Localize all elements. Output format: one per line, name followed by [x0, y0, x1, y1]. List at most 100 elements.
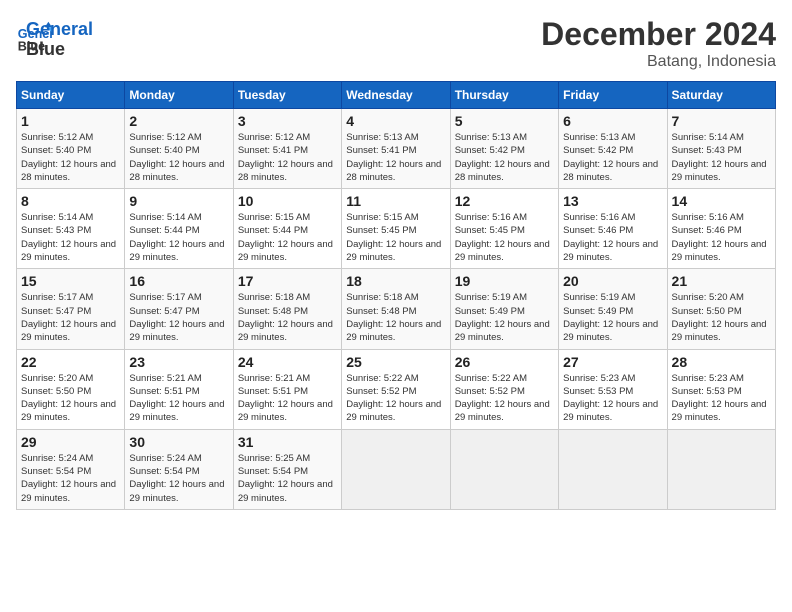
day-detail: Sunrise: 5:12 AM Sunset: 5:40 PM Dayligh… [21, 131, 120, 184]
day-number: 6 [563, 113, 662, 129]
weekday-sunday: Sunday [17, 82, 125, 109]
calendar-cell: 17 Sunrise: 5:18 AM Sunset: 5:48 PM Dayl… [233, 269, 341, 349]
day-number: 12 [455, 193, 554, 209]
day-detail: Sunrise: 5:23 AM Sunset: 5:53 PM Dayligh… [563, 372, 662, 425]
weekday-saturday: Saturday [667, 82, 775, 109]
day-number: 25 [346, 354, 445, 370]
day-detail: Sunrise: 5:14 AM Sunset: 5:43 PM Dayligh… [21, 211, 120, 264]
calendar-cell [342, 429, 450, 509]
day-number: 17 [238, 273, 337, 289]
day-number: 24 [238, 354, 337, 370]
week-row-1: 1 Sunrise: 5:12 AM Sunset: 5:40 PM Dayli… [17, 109, 776, 189]
day-number: 21 [672, 273, 771, 289]
location-title: Batang, Indonesia [541, 53, 776, 71]
day-number: 18 [346, 273, 445, 289]
day-detail: Sunrise: 5:18 AM Sunset: 5:48 PM Dayligh… [346, 291, 445, 344]
calendar-table: SundayMondayTuesdayWednesdayThursdayFrid… [16, 81, 776, 510]
day-number: 27 [563, 354, 662, 370]
day-detail: Sunrise: 5:19 AM Sunset: 5:49 PM Dayligh… [455, 291, 554, 344]
calendar-cell: 1 Sunrise: 5:12 AM Sunset: 5:40 PM Dayli… [17, 109, 125, 189]
calendar-cell: 20 Sunrise: 5:19 AM Sunset: 5:49 PM Dayl… [559, 269, 667, 349]
day-detail: Sunrise: 5:22 AM Sunset: 5:52 PM Dayligh… [455, 372, 554, 425]
calendar-cell: 10 Sunrise: 5:15 AM Sunset: 5:44 PM Dayl… [233, 189, 341, 269]
day-detail: Sunrise: 5:22 AM Sunset: 5:52 PM Dayligh… [346, 372, 445, 425]
day-number: 9 [129, 193, 228, 209]
weekday-header-row: SundayMondayTuesdayWednesdayThursdayFrid… [17, 82, 776, 109]
calendar-cell: 15 Sunrise: 5:17 AM Sunset: 5:47 PM Dayl… [17, 269, 125, 349]
calendar-cell: 4 Sunrise: 5:13 AM Sunset: 5:41 PM Dayli… [342, 109, 450, 189]
calendar-cell: 14 Sunrise: 5:16 AM Sunset: 5:46 PM Dayl… [667, 189, 775, 269]
calendar-cell: 12 Sunrise: 5:16 AM Sunset: 5:45 PM Dayl… [450, 189, 558, 269]
calendar-cell [450, 429, 558, 509]
day-number: 31 [238, 434, 337, 450]
day-detail: Sunrise: 5:20 AM Sunset: 5:50 PM Dayligh… [672, 291, 771, 344]
logo-text-blue: Blue [26, 40, 93, 60]
day-detail: Sunrise: 5:19 AM Sunset: 5:49 PM Dayligh… [563, 291, 662, 344]
calendar-cell: 2 Sunrise: 5:12 AM Sunset: 5:40 PM Dayli… [125, 109, 233, 189]
calendar-header: SundayMondayTuesdayWednesdayThursdayFrid… [17, 82, 776, 109]
calendar-cell: 5 Sunrise: 5:13 AM Sunset: 5:42 PM Dayli… [450, 109, 558, 189]
day-detail: Sunrise: 5:21 AM Sunset: 5:51 PM Dayligh… [129, 372, 228, 425]
logo-text-general: General [26, 20, 93, 40]
calendar-cell: 6 Sunrise: 5:13 AM Sunset: 5:42 PM Dayli… [559, 109, 667, 189]
day-detail: Sunrise: 5:14 AM Sunset: 5:43 PM Dayligh… [672, 131, 771, 184]
day-number: 4 [346, 113, 445, 129]
calendar-cell: 23 Sunrise: 5:21 AM Sunset: 5:51 PM Dayl… [125, 349, 233, 429]
calendar-cell: 7 Sunrise: 5:14 AM Sunset: 5:43 PM Dayli… [667, 109, 775, 189]
day-detail: Sunrise: 5:12 AM Sunset: 5:40 PM Dayligh… [129, 131, 228, 184]
day-number: 15 [21, 273, 120, 289]
calendar-cell: 31 Sunrise: 5:25 AM Sunset: 5:54 PM Dayl… [233, 429, 341, 509]
day-detail: Sunrise: 5:13 AM Sunset: 5:42 PM Dayligh… [563, 131, 662, 184]
day-number: 5 [455, 113, 554, 129]
day-number: 28 [672, 354, 771, 370]
day-detail: Sunrise: 5:15 AM Sunset: 5:44 PM Dayligh… [238, 211, 337, 264]
calendar-cell: 16 Sunrise: 5:17 AM Sunset: 5:47 PM Dayl… [125, 269, 233, 349]
day-detail: Sunrise: 5:16 AM Sunset: 5:46 PM Dayligh… [563, 211, 662, 264]
calendar-cell [667, 429, 775, 509]
calendar-cell [559, 429, 667, 509]
day-number: 2 [129, 113, 228, 129]
calendar-cell: 30 Sunrise: 5:24 AM Sunset: 5:54 PM Dayl… [125, 429, 233, 509]
day-number: 11 [346, 193, 445, 209]
calendar-cell: 3 Sunrise: 5:12 AM Sunset: 5:41 PM Dayli… [233, 109, 341, 189]
week-row-5: 29 Sunrise: 5:24 AM Sunset: 5:54 PM Dayl… [17, 429, 776, 509]
calendar-cell: 24 Sunrise: 5:21 AM Sunset: 5:51 PM Dayl… [233, 349, 341, 429]
day-number: 14 [672, 193, 771, 209]
day-number: 29 [21, 434, 120, 450]
weekday-friday: Friday [559, 82, 667, 109]
day-number: 1 [21, 113, 120, 129]
day-detail: Sunrise: 5:20 AM Sunset: 5:50 PM Dayligh… [21, 372, 120, 425]
day-detail: Sunrise: 5:24 AM Sunset: 5:54 PM Dayligh… [129, 452, 228, 505]
weekday-wednesday: Wednesday [342, 82, 450, 109]
day-number: 16 [129, 273, 228, 289]
day-detail: Sunrise: 5:23 AM Sunset: 5:53 PM Dayligh… [672, 372, 771, 425]
week-row-2: 8 Sunrise: 5:14 AM Sunset: 5:43 PM Dayli… [17, 189, 776, 269]
day-number: 19 [455, 273, 554, 289]
month-title: December 2024 [541, 16, 776, 53]
calendar-cell: 28 Sunrise: 5:23 AM Sunset: 5:53 PM Dayl… [667, 349, 775, 429]
calendar-cell: 9 Sunrise: 5:14 AM Sunset: 5:44 PM Dayli… [125, 189, 233, 269]
day-detail: Sunrise: 5:13 AM Sunset: 5:42 PM Dayligh… [455, 131, 554, 184]
calendar-cell: 22 Sunrise: 5:20 AM Sunset: 5:50 PM Dayl… [17, 349, 125, 429]
calendar-cell: 19 Sunrise: 5:19 AM Sunset: 5:49 PM Dayl… [450, 269, 558, 349]
week-row-4: 22 Sunrise: 5:20 AM Sunset: 5:50 PM Dayl… [17, 349, 776, 429]
calendar-cell: 26 Sunrise: 5:22 AM Sunset: 5:52 PM Dayl… [450, 349, 558, 429]
calendar-cell: 29 Sunrise: 5:24 AM Sunset: 5:54 PM Dayl… [17, 429, 125, 509]
day-detail: Sunrise: 5:17 AM Sunset: 5:47 PM Dayligh… [21, 291, 120, 344]
weekday-tuesday: Tuesday [233, 82, 341, 109]
calendar-cell: 25 Sunrise: 5:22 AM Sunset: 5:52 PM Dayl… [342, 349, 450, 429]
day-number: 13 [563, 193, 662, 209]
day-number: 10 [238, 193, 337, 209]
week-row-3: 15 Sunrise: 5:17 AM Sunset: 5:47 PM Dayl… [17, 269, 776, 349]
day-detail: Sunrise: 5:15 AM Sunset: 5:45 PM Dayligh… [346, 211, 445, 264]
day-detail: Sunrise: 5:16 AM Sunset: 5:45 PM Dayligh… [455, 211, 554, 264]
title-area: December 2024 Batang, Indonesia [541, 16, 776, 71]
day-detail: Sunrise: 5:18 AM Sunset: 5:48 PM Dayligh… [238, 291, 337, 344]
calendar-cell: 18 Sunrise: 5:18 AM Sunset: 5:48 PM Dayl… [342, 269, 450, 349]
calendar-cell: 11 Sunrise: 5:15 AM Sunset: 5:45 PM Dayl… [342, 189, 450, 269]
day-number: 30 [129, 434, 228, 450]
day-number: 8 [21, 193, 120, 209]
day-number: 20 [563, 273, 662, 289]
day-detail: Sunrise: 5:24 AM Sunset: 5:54 PM Dayligh… [21, 452, 120, 505]
day-detail: Sunrise: 5:12 AM Sunset: 5:41 PM Dayligh… [238, 131, 337, 184]
